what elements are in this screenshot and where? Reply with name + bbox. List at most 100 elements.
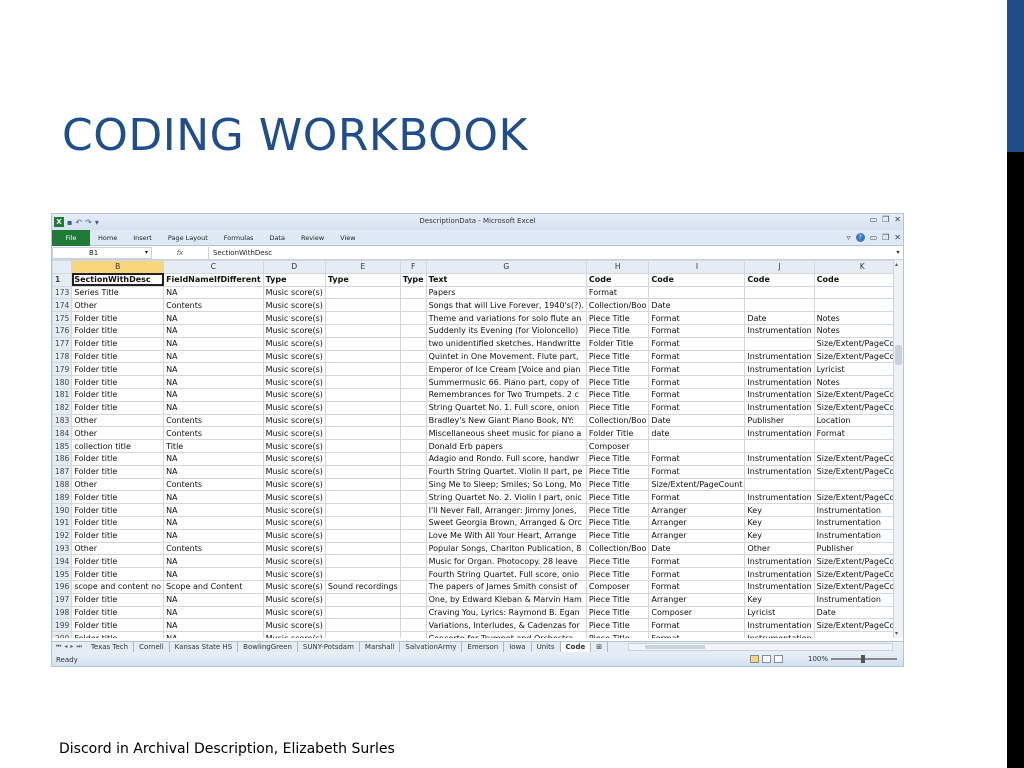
table-cell[interactable]: Contents xyxy=(163,426,264,441)
table-cell[interactable]: Folder title xyxy=(71,567,165,581)
table-cell[interactable] xyxy=(399,336,427,351)
table-cell[interactable]: Series Title xyxy=(71,285,165,300)
table-cell[interactable]: Arranger xyxy=(648,592,746,607)
table-cell[interactable]: Instrumentation xyxy=(813,528,903,543)
table-cell[interactable]: Folder title xyxy=(71,451,165,466)
row-header[interactable]: 181 xyxy=(52,387,73,402)
insert-sheet-icon[interactable]: ⊞ xyxy=(591,641,609,653)
table-cell[interactable]: Format xyxy=(585,285,650,300)
table-cell[interactable]: Music score(s) xyxy=(262,631,326,638)
table-cell[interactable]: Piece Title xyxy=(585,349,650,364)
table-cell[interactable]: scope and content no xyxy=(71,579,165,594)
table-cell[interactable] xyxy=(399,515,427,530)
table-cell[interactable]: Variations, Interludes, & Cadenzas for xyxy=(425,618,587,633)
table-cell[interactable]: NA xyxy=(163,375,264,389)
table-cell[interactable]: Code xyxy=(648,272,746,287)
tab-formulas[interactable]: Formulas xyxy=(216,234,262,242)
table-cell[interactable]: Lyricist xyxy=(813,362,903,377)
table-cell[interactable]: Music score(s) xyxy=(262,477,326,492)
table-cell[interactable] xyxy=(813,439,903,453)
table-cell[interactable]: Format xyxy=(648,490,746,505)
table-cell[interactable]: Composer xyxy=(585,579,650,594)
table-cell[interactable]: Piece Title xyxy=(585,323,650,338)
table-cell[interactable]: Code xyxy=(744,272,815,287)
table-cell[interactable] xyxy=(399,541,427,556)
table-cell[interactable]: Folder title xyxy=(71,464,165,479)
scroll-down-icon[interactable]: ▾ xyxy=(895,630,898,637)
table-cell[interactable]: Folder title xyxy=(71,605,165,620)
table-cell[interactable]: Remembrances for Two Trumpets. 2 c xyxy=(425,387,587,402)
customize-qat-icon[interactable]: ▾ xyxy=(95,218,99,227)
sheet-tab[interactable]: Units xyxy=(532,641,561,653)
table-cell[interactable]: Size/Extent/PageCount xyxy=(813,618,903,633)
table-cell[interactable]: Piece Title xyxy=(585,387,650,402)
table-cell[interactable]: Music score(s) xyxy=(262,541,326,556)
table-cell[interactable]: Key xyxy=(744,503,815,517)
table-cell[interactable]: Folder title xyxy=(71,311,165,325)
table-cell[interactable]: Papers xyxy=(425,285,587,300)
table-cell[interactable]: FieldNameIfDifferent xyxy=(163,272,264,287)
table-cell[interactable]: Code xyxy=(585,272,650,287)
table-cell[interactable] xyxy=(324,503,401,517)
table-cell[interactable]: Date xyxy=(648,541,746,556)
table-cell[interactable]: Folder title xyxy=(71,554,165,569)
row-header[interactable]: 193 xyxy=(52,541,73,556)
table-cell[interactable]: Instrumentation xyxy=(744,387,815,402)
table-cell[interactable]: Date xyxy=(648,413,746,428)
table-cell[interactable]: Format xyxy=(648,400,746,415)
table-cell[interactable]: Folder title xyxy=(71,362,165,377)
table-cell[interactable]: NA xyxy=(163,285,264,300)
table-cell[interactable]: NA xyxy=(163,528,264,543)
table-cell[interactable]: Instrumentation xyxy=(813,592,903,607)
table-cell[interactable]: Donald Erb papers xyxy=(425,439,587,453)
table-cell[interactable]: Collection/Boo xyxy=(585,413,650,428)
page-break-view-icon[interactable] xyxy=(774,655,783,663)
table-cell[interactable]: Folder title xyxy=(71,387,165,402)
table-cell[interactable]: Fourth String Quartet. Full score, onio xyxy=(425,567,587,581)
table-cell[interactable]: Music score(s) xyxy=(262,528,326,543)
table-cell[interactable]: Music score(s) xyxy=(262,336,326,351)
table-cell[interactable]: Format xyxy=(648,311,746,325)
select-all-corner[interactable] xyxy=(52,260,73,274)
redo-icon[interactable]: ↷ xyxy=(85,218,92,227)
table-cell[interactable]: NA xyxy=(163,515,264,530)
table-cell[interactable] xyxy=(399,554,427,569)
table-cell[interactable] xyxy=(324,426,401,441)
table-cell[interactable]: Notes xyxy=(813,323,903,338)
table-cell[interactable]: Instrumentation xyxy=(744,554,815,569)
table-cell[interactable] xyxy=(324,528,401,543)
row-header[interactable]: 198 xyxy=(52,605,73,620)
table-cell[interactable] xyxy=(324,323,401,338)
table-cell[interactable]: NA xyxy=(163,451,264,466)
row-header[interactable]: 189 xyxy=(52,490,73,505)
table-cell[interactable] xyxy=(399,362,427,377)
table-cell[interactable]: Arranger xyxy=(648,528,746,543)
table-cell[interactable]: Instrumentation xyxy=(744,426,815,441)
table-cell[interactable] xyxy=(324,464,401,479)
table-cell[interactable]: Folder title xyxy=(71,323,165,338)
table-cell[interactable]: Suddenly its Evening (for Violoncello) xyxy=(425,323,587,338)
table-cell[interactable]: Publisher xyxy=(744,413,815,428)
row-header[interactable]: 1 xyxy=(52,272,73,287)
scroll-up-icon[interactable]: ▴ xyxy=(895,261,898,268)
help-icon[interactable]: ? xyxy=(855,233,865,242)
table-cell[interactable]: Other xyxy=(744,541,815,556)
table-cell[interactable]: date xyxy=(648,426,746,441)
table-cell[interactable]: Music score(s) xyxy=(262,349,326,364)
table-cell[interactable]: Music score(s) xyxy=(262,464,326,479)
table-cell[interactable]: Instrumentation xyxy=(744,490,815,505)
sheet-tab[interactable]: Code xyxy=(560,641,592,653)
table-cell[interactable]: Size/Extent/PageCount xyxy=(813,451,903,466)
table-cell[interactable]: Music for Organ. Photocopy. 28 leave xyxy=(425,554,587,569)
table-cell[interactable] xyxy=(324,285,401,300)
table-cell[interactable]: Instrumentation xyxy=(744,451,815,466)
tab-data[interactable]: Data xyxy=(261,234,293,242)
row-header[interactable]: 179 xyxy=(52,362,73,377)
table-cell[interactable]: NA xyxy=(163,349,264,364)
zoom-level[interactable]: 100% xyxy=(808,655,828,663)
row-header[interactable]: 183 xyxy=(52,413,73,428)
table-cell[interactable]: Music score(s) xyxy=(262,285,326,300)
tab-view[interactable]: View xyxy=(332,234,363,242)
undo-icon[interactable]: ↶ xyxy=(75,218,82,227)
table-cell[interactable]: Type xyxy=(324,272,401,287)
